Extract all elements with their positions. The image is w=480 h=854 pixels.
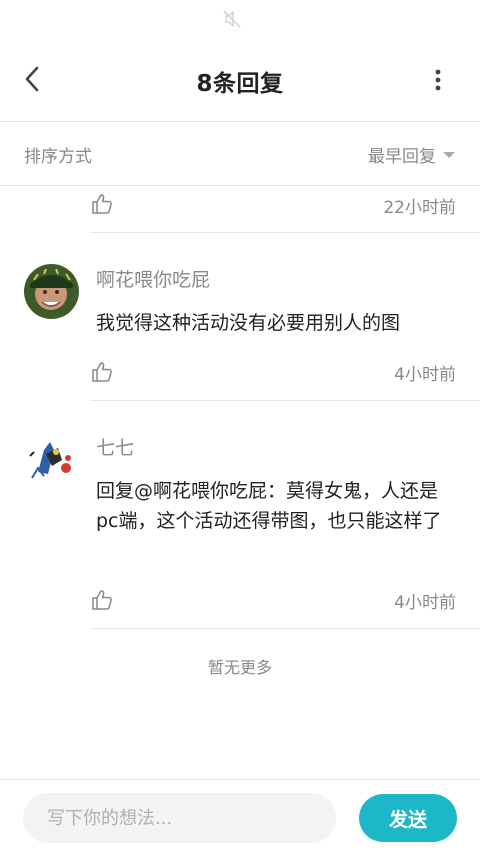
comment-username[interactable]: 七七	[96, 433, 134, 460]
comment-username[interactable]: 啊花喂你吃屁	[96, 265, 210, 292]
mention-link[interactable]: @啊花喂你吃屁	[134, 480, 267, 502]
sort-label: 排序方式	[24, 147, 92, 167]
send-button[interactable]: 发送	[359, 794, 457, 842]
thumbs-up-icon[interactable]	[90, 588, 114, 612]
caret-down-icon	[443, 151, 455, 158]
comment-item: 七七 回复@啊花喂你吃屁：莫得女鬼，人还是pc端，这个活动还得带图，也只能这样了…	[0, 401, 480, 629]
status-bar	[0, 0, 480, 40]
thumbs-up-icon[interactable]	[90, 192, 114, 216]
timestamp: 4小时前	[394, 593, 456, 613]
sort-dropdown[interactable]: 最早回复	[368, 142, 456, 167]
reply-composer: 发送	[0, 779, 480, 854]
no-more-label: 暂无更多	[207, 658, 272, 677]
header: 8条回复	[0, 40, 480, 122]
reply-input[interactable]	[23, 793, 336, 843]
timestamp: 4小时前	[394, 365, 456, 385]
more-icon[interactable]	[426, 66, 450, 94]
page-title: 8条回复	[196, 71, 284, 97]
reply-prefix: 回复	[96, 480, 135, 502]
thumbs-up-icon[interactable]	[90, 360, 114, 384]
mute-icon	[223, 10, 241, 28]
comment-item: 啊花喂你吃屁 我觉得这种活动没有必要用别人的图 4小时前	[0, 233, 480, 401]
comment-text: 回复@啊花喂你吃屁：莫得女鬼，人还是pc端，这个活动还得带图，也只能这样了	[96, 476, 460, 536]
timestamp: 22小时前	[383, 198, 456, 218]
previous-comment-footer: 22小时前	[0, 187, 480, 233]
avatar[interactable]	[24, 264, 79, 319]
sort-selected-label: 最早回复	[368, 147, 436, 167]
divider	[90, 628, 480, 629]
avatar[interactable]	[24, 432, 79, 487]
comment-text: 我觉得这种活动没有必要用别人的图	[96, 312, 401, 334]
sort-bar: 排序方式 最早回复	[0, 122, 480, 186]
